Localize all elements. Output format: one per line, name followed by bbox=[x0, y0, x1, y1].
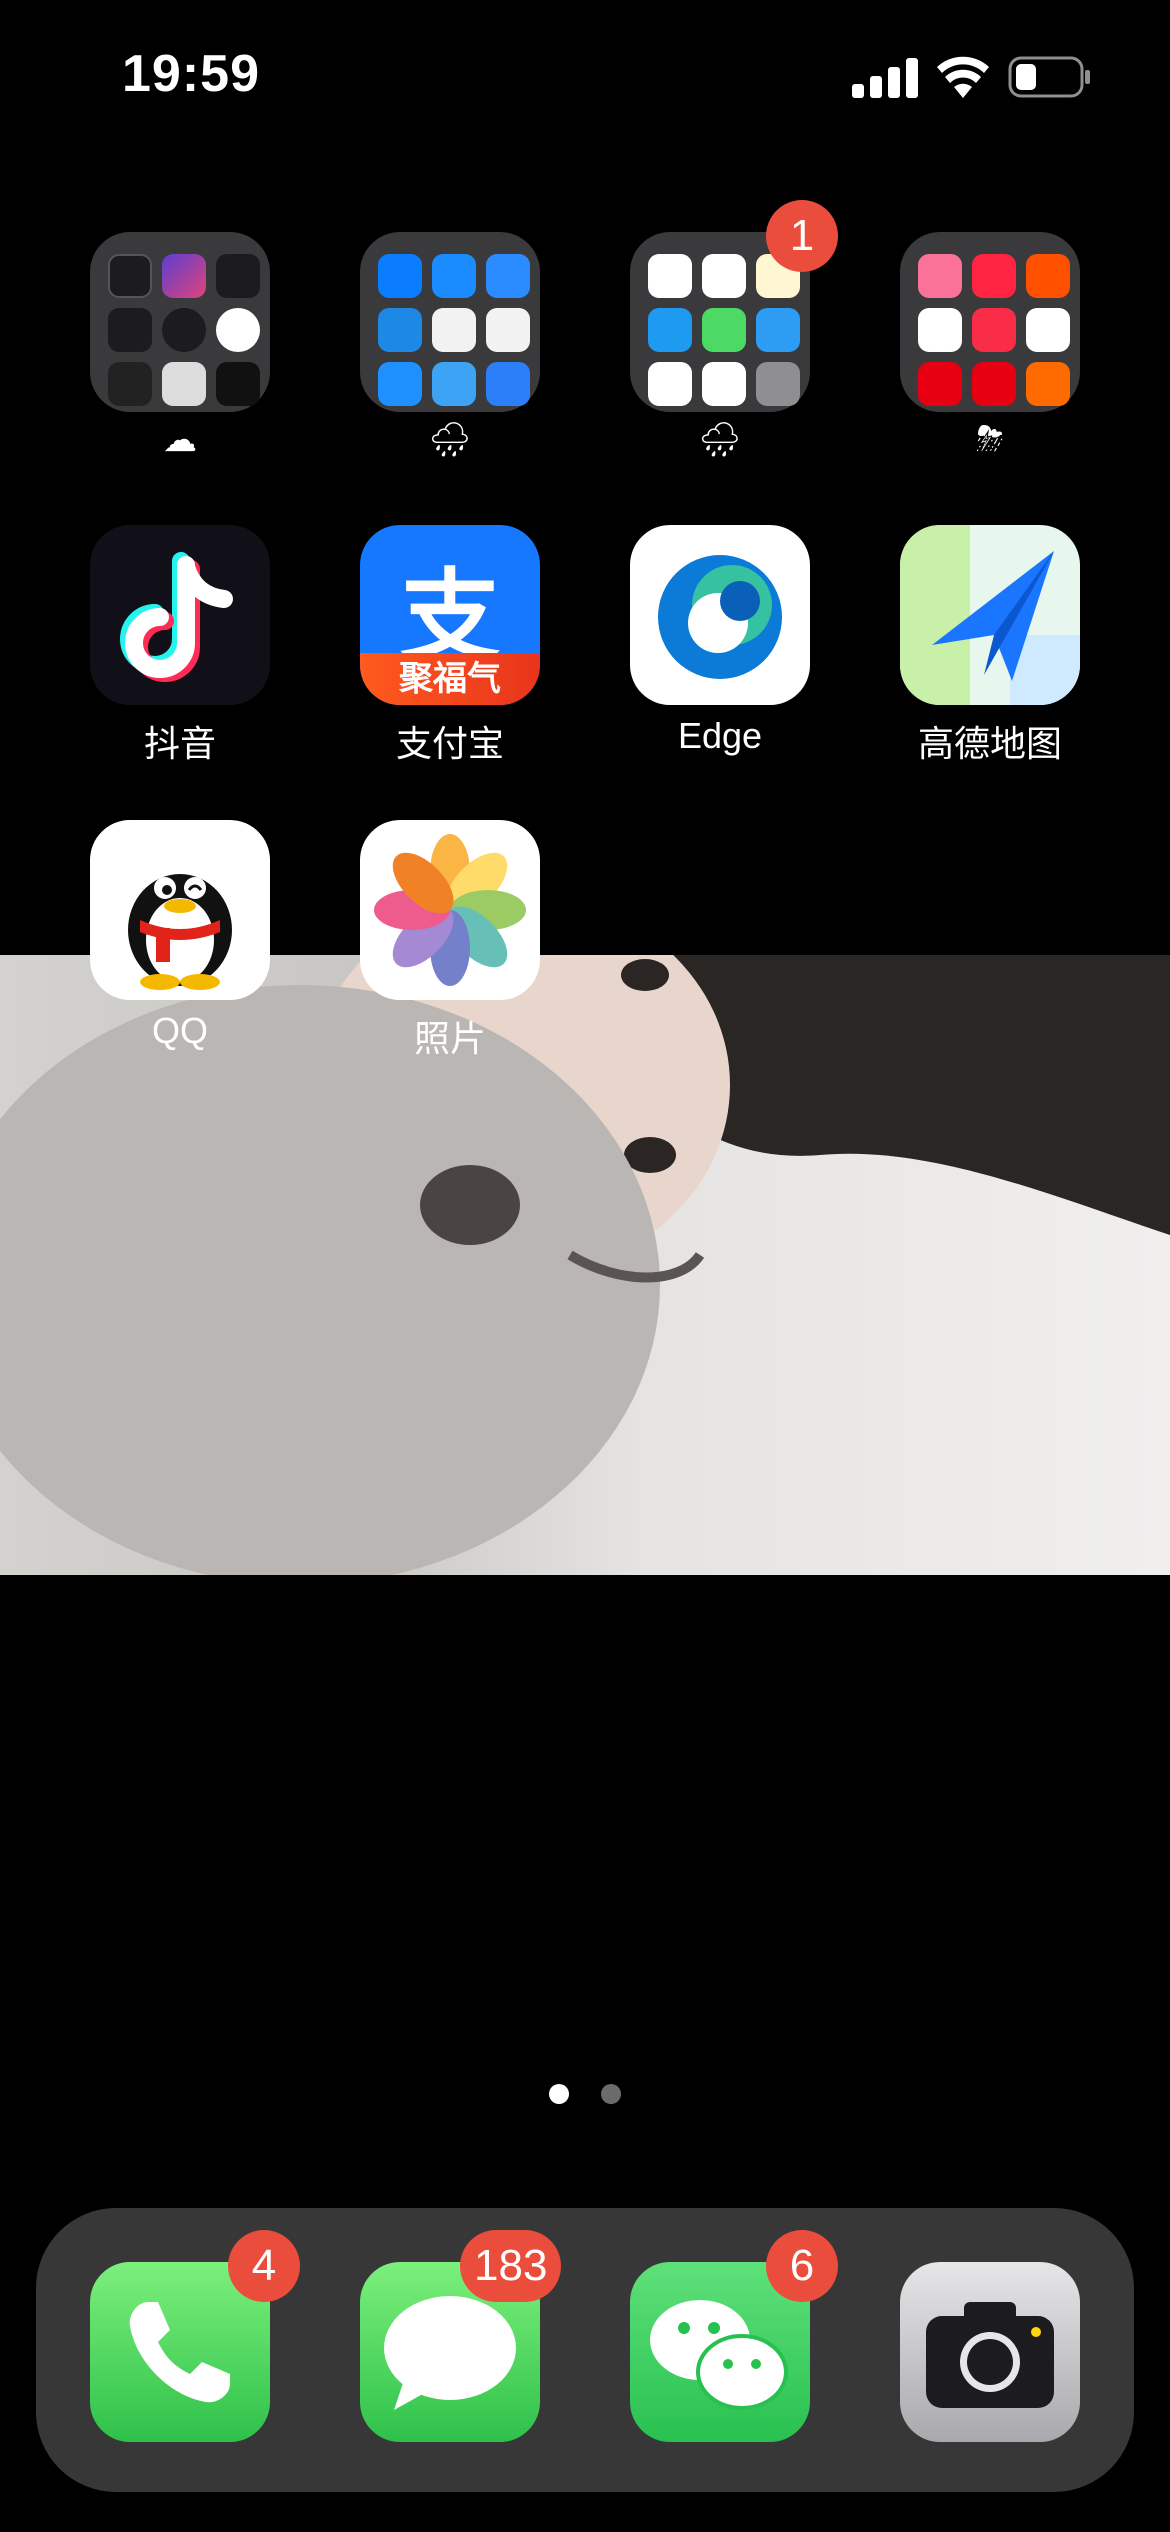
files-icon bbox=[378, 308, 422, 352]
security-icon bbox=[486, 362, 530, 406]
folder-social[interactable] bbox=[900, 232, 1080, 412]
wechat-badge: 6 bbox=[766, 2230, 838, 2302]
camera-icon bbox=[926, 2302, 1054, 2408]
tiktok-app[interactable] bbox=[90, 525, 270, 705]
phone-badge: 4 bbox=[228, 2230, 300, 2302]
shortcuts-icon bbox=[162, 254, 206, 298]
watch-icon bbox=[108, 254, 152, 298]
bilibili-icon bbox=[918, 254, 962, 298]
ele-me-icon bbox=[1026, 362, 1070, 406]
alipay-banner: 聚福气 bbox=[360, 653, 540, 705]
dewu-icon bbox=[216, 362, 260, 406]
netease-cloud-icon bbox=[972, 362, 1016, 406]
app-label-edge: Edge bbox=[677, 715, 763, 756]
weather-app-icon bbox=[432, 362, 476, 406]
qq-icon bbox=[128, 874, 232, 990]
settings-icon bbox=[756, 362, 800, 406]
app-green-icon bbox=[648, 362, 692, 406]
app-store-icon bbox=[432, 254, 476, 298]
clock-icon bbox=[216, 308, 260, 352]
netease-music-icon bbox=[918, 362, 962, 406]
mail-icon bbox=[486, 254, 530, 298]
wifi-icon bbox=[937, 56, 989, 98]
folder-badge: 1 bbox=[766, 200, 838, 272]
xiaohongshu-icon bbox=[972, 254, 1016, 298]
music-icon bbox=[972, 308, 1016, 352]
folder-utilities[interactable] bbox=[90, 232, 270, 412]
calculator-icon bbox=[162, 362, 206, 406]
canon-camera-icon bbox=[486, 308, 530, 352]
edge-icon bbox=[658, 555, 782, 679]
photos-app[interactable] bbox=[360, 820, 540, 1000]
camera-app[interactable] bbox=[900, 2262, 1080, 2442]
voice-memos-icon bbox=[108, 308, 152, 352]
find-my-icon bbox=[702, 308, 746, 352]
photos-icon bbox=[374, 834, 526, 986]
safari-icon bbox=[378, 362, 422, 406]
translate-icon bbox=[756, 308, 800, 352]
taobao-icon bbox=[1026, 254, 1070, 298]
health-icon bbox=[702, 254, 746, 298]
app-label-qq: QQ bbox=[151, 1010, 208, 1051]
status-time: 19:59 bbox=[122, 45, 260, 103]
page-dot-1[interactable] bbox=[549, 2084, 569, 2104]
keynote-icon bbox=[648, 308, 692, 352]
messages-badge: 183 bbox=[460, 2230, 562, 2302]
amap-app[interactable] bbox=[900, 525, 1080, 705]
page-dot-2[interactable] bbox=[601, 2084, 621, 2104]
weather-cloud-icon: ☁ bbox=[163, 421, 197, 459]
weather-rain-icon: 🌧 bbox=[698, 421, 742, 459]
weather-storm-icon: ⛈ bbox=[976, 420, 1004, 458]
alipay-app[interactable]: 支 聚福气 bbox=[360, 525, 540, 705]
compass-icon bbox=[162, 308, 206, 352]
reminders-icon bbox=[648, 254, 692, 298]
folder-tools[interactable] bbox=[360, 232, 540, 412]
app-label-photos: 照片 bbox=[413, 1018, 486, 1059]
tiktok-icon bbox=[120, 552, 233, 682]
battery-icon bbox=[1008, 56, 1090, 98]
weather-rain-icon: 🌧 bbox=[428, 421, 472, 459]
wallet-icon bbox=[108, 362, 152, 406]
qq-app[interactable] bbox=[90, 820, 270, 1000]
edge-app[interactable] bbox=[630, 525, 810, 705]
railway-icon bbox=[702, 362, 746, 406]
app-label-amap: 高德地图 bbox=[917, 723, 1062, 764]
app-label-tiktok: 抖音 bbox=[143, 723, 216, 764]
dianping-icon bbox=[1026, 308, 1070, 352]
weibo-icon bbox=[918, 308, 962, 352]
cellular-signal-icon bbox=[852, 58, 918, 98]
amap-icon bbox=[900, 525, 1080, 705]
baidu-netdisk-icon bbox=[378, 254, 422, 298]
canon-print-icon bbox=[432, 308, 476, 352]
measure-icon bbox=[216, 254, 260, 298]
app-label-alipay: 支付宝 bbox=[395, 723, 504, 764]
